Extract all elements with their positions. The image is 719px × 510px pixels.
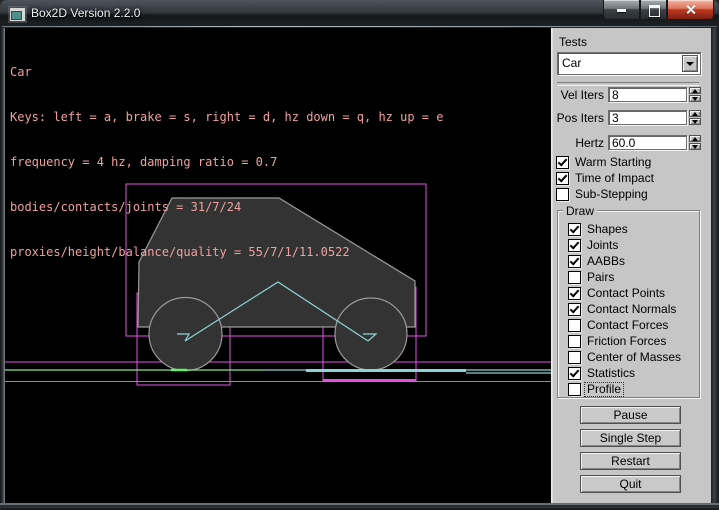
arrow-up-icon <box>692 112 698 116</box>
hertz-input[interactable] <box>608 135 687 150</box>
separator <box>557 82 699 86</box>
checkbox-box[interactable] <box>568 367 581 380</box>
stats-line-title: Car <box>10 65 443 80</box>
arrow-down-icon <box>692 97 698 101</box>
checkbox-box[interactable] <box>568 335 581 348</box>
vel-iters-label: Vel Iters <box>552 88 604 102</box>
single-step-button[interactable]: Single Step <box>580 429 681 447</box>
pos-iters-label: Pos Iters <box>552 111 604 125</box>
app-icon-inner <box>11 11 22 20</box>
arrow-up-icon <box>692 89 698 93</box>
draw-group: Draw Shapes Joints AABBs Pairs <box>557 210 700 398</box>
frame-highlight <box>2 26 717 27</box>
vel-iters-down-button[interactable] <box>689 95 701 102</box>
checkbox-box[interactable] <box>556 156 569 169</box>
hertz-spinner <box>689 135 701 151</box>
checkbox-label: Contact Points <box>585 287 667 300</box>
pos-iters-up-button[interactable] <box>689 110 701 117</box>
client-area: Car Keys: left = a, brake = s, right = d… <box>5 28 711 503</box>
checkbox-box[interactable] <box>556 188 569 201</box>
stats-line-proxies: proxies/height/balance/quality = 55/7/1/… <box>10 245 443 260</box>
pos-iters-input[interactable] <box>608 110 687 125</box>
chevron-down-icon <box>686 62 694 66</box>
checkbox-label: Friction Forces <box>585 335 668 348</box>
maximize-icon <box>649 5 660 17</box>
checkbox-label: Sub-Stepping <box>573 188 650 201</box>
arrow-down-icon <box>692 145 698 149</box>
tests-dropdown[interactable]: Car <box>557 52 701 75</box>
pos-iters-spinner <box>689 110 701 126</box>
checkbox-label: Profile <box>585 383 623 396</box>
window-frame-right <box>711 28 719 510</box>
checkbox-label: Pairs <box>585 271 616 284</box>
pos-iters-down-button[interactable] <box>689 118 701 125</box>
checkbox-box[interactable] <box>568 223 581 236</box>
window-controls <box>603 0 714 19</box>
restart-button[interactable]: Restart <box>580 452 681 470</box>
checkbox-box[interactable] <box>568 255 581 268</box>
checkbox-label: Time of Impact <box>573 172 656 185</box>
app-window: Box2D Version 2.2.0 <box>0 0 719 510</box>
control-panel: Tests Car Vel Iters Pos Iters <box>551 28 712 503</box>
arrow-up-icon <box>692 137 698 141</box>
tests-label: Tests <box>559 35 587 49</box>
hertz-label: Hertz <box>552 136 604 150</box>
checkbox-box[interactable] <box>568 351 581 364</box>
quit-button[interactable]: Quit <box>580 475 681 493</box>
checkbox-label: Contact Normals <box>585 303 678 316</box>
simulation-canvas[interactable]: Car Keys: left = a, brake = s, right = d… <box>5 28 551 503</box>
pause-button[interactable]: Pause <box>580 406 681 424</box>
checkbox-box[interactable] <box>568 239 581 252</box>
hertz-down-button[interactable] <box>689 143 701 150</box>
checkbox-box[interactable] <box>568 287 581 300</box>
checkbox-label: Warm Starting <box>573 156 653 169</box>
vel-iters-up-button[interactable] <box>689 87 701 94</box>
checkbox-box[interactable] <box>556 172 569 185</box>
hertz-up-button[interactable] <box>689 135 701 142</box>
checkbox-box[interactable] <box>568 383 581 396</box>
checkbox-label: Center of Masses <box>585 351 683 364</box>
app-icon[interactable] <box>9 7 26 22</box>
stats-line-keys: Keys: left = a, brake = s, right = d, hz… <box>10 110 443 125</box>
maximize-button[interactable] <box>640 0 667 20</box>
stats-line-frequency: frequency = 4 hz, damping ratio = 0.7 <box>10 155 443 170</box>
checkbox-box[interactable] <box>568 319 581 332</box>
checkbox-label: Contact Forces <box>585 319 670 332</box>
checkbox-label: Joints <box>585 239 620 252</box>
checkbox-box[interactable] <box>568 303 581 316</box>
checkbox-label: AABBs <box>585 255 627 268</box>
vel-iters-spinner <box>689 87 701 103</box>
checkbox-box[interactable] <box>568 271 581 284</box>
close-icon <box>685 4 696 15</box>
checkbox-label: Statistics <box>585 367 637 380</box>
debug-text-overlay: Car Keys: left = a, brake = s, right = d… <box>10 35 443 290</box>
window-title: Box2D Version 2.2.0 <box>31 6 140 20</box>
window-frame-bottom <box>0 503 719 510</box>
titlebar[interactable]: Box2D Version 2.2.0 <box>0 0 719 28</box>
tests-dropdown-arrow-button[interactable] <box>682 55 698 72</box>
minimize-icon <box>617 9 626 12</box>
checkbox-label: Shapes <box>585 223 630 236</box>
tests-dropdown-value: Car <box>562 56 581 70</box>
arrow-down-icon <box>692 120 698 124</box>
stats-line-bodies: bodies/contacts/joints = 31/7/24 <box>10 200 443 215</box>
minimize-button[interactable] <box>603 0 640 20</box>
close-button[interactable] <box>667 0 714 20</box>
draw-group-title: Draw <box>563 204 597 218</box>
window-frame-left <box>0 28 5 503</box>
vel-iters-input[interactable] <box>608 87 687 102</box>
